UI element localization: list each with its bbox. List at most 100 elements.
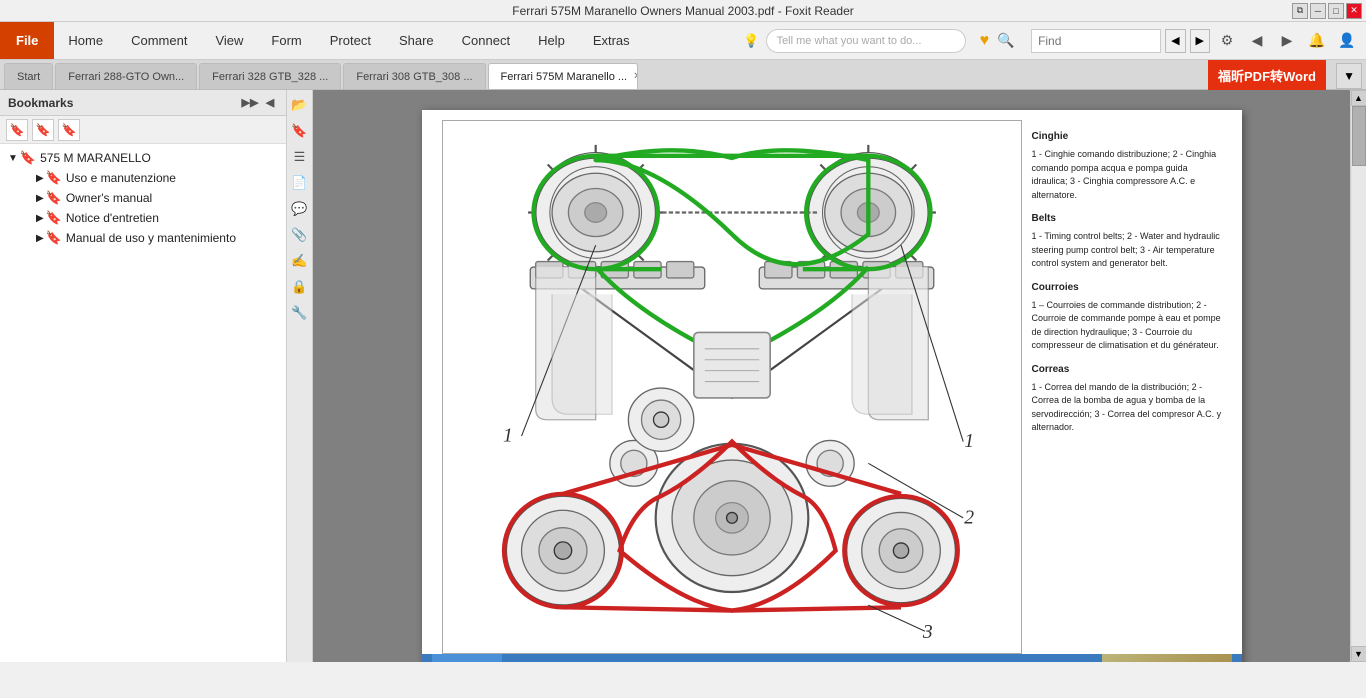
find-prev-btn[interactable]: ◀ xyxy=(1165,29,1185,53)
scroll-up-btn[interactable]: ▲ xyxy=(1351,90,1366,106)
tabs-dropdown[interactable]: ▼ xyxy=(1336,63,1362,89)
help-menu[interactable]: Help xyxy=(524,22,579,59)
sidebar-attach-icon[interactable]: 📎 xyxy=(289,224,311,246)
restore-btn[interactable]: ⧉ xyxy=(1292,3,1308,19)
tab-start-label: Start xyxy=(17,71,40,83)
settings-icon[interactable]: ⚙ xyxy=(1214,28,1240,54)
sidebar-bookmark-icon[interactable]: 🔖 xyxy=(289,120,311,142)
item-2-toggle: ▶ xyxy=(36,213,44,224)
window-title: Ferrari 575M Maranello Owners Manual 200… xyxy=(512,4,853,18)
tab-ferrari-308-label: Ferrari 308 GTB_308 ... xyxy=(356,71,472,83)
protect-menu[interactable]: Protect xyxy=(316,22,385,59)
extras-menu[interactable]: Extras xyxy=(579,22,644,59)
find-input[interactable] xyxy=(1031,29,1161,53)
bookmarks-controls: ▶▶ ◀ xyxy=(242,95,278,111)
engine-diagram: 1 1 2 3 xyxy=(442,120,1022,654)
bookmark-item-3[interactable]: ▶ 🔖 Manual de uso y mantenimiento xyxy=(4,228,282,248)
find-area: ◀ ▶ xyxy=(1031,29,1210,53)
tab-ferrari-575-label: Ferrari 575M Maranello ... xyxy=(501,71,628,83)
tab-ferrari-328-label: Ferrari 328 GTB_328 ... xyxy=(212,71,328,83)
left-sidebar: 📂 🔖 ☰ 📄 💬 📎 ✍ 🔒 🔧 xyxy=(287,90,313,662)
connect-menu[interactable]: Connect xyxy=(448,22,524,59)
home-menu[interactable]: Home xyxy=(54,22,117,59)
sidebar-tools-icon[interactable]: 🔧 xyxy=(289,302,311,324)
scroll-thumb[interactable] xyxy=(1352,106,1366,166)
tab-ferrari-308[interactable]: Ferrari 308 GTB_308 ... xyxy=(343,63,485,89)
item-0-icon: 🔖 xyxy=(46,170,62,186)
bookmark-item-0[interactable]: ▶ 🔖 Uso e manutenzione xyxy=(4,168,282,188)
correas-text: 1 - Correa del mando de la distribución;… xyxy=(1032,381,1222,435)
tell-me-input[interactable]: Tell me what you want to do... xyxy=(766,29,966,53)
pdf-page: 1 1 2 3 xyxy=(422,110,1242,662)
scroll-down-btn[interactable]: ▼ xyxy=(1351,646,1366,662)
tab-ferrari-288[interactable]: Ferrari 288-GTO Own... xyxy=(55,63,197,89)
bookmark-item-2[interactable]: ▶ 🔖 Notice d'entretien xyxy=(4,208,282,228)
tab-ferrari-288-label: Ferrari 288-GTO Own... xyxy=(68,71,184,83)
item-1-toggle: ▶ xyxy=(36,193,44,204)
sidebar-sign-icon[interactable]: ✍ xyxy=(289,250,311,272)
pdf-area[interactable]: 1 1 2 3 xyxy=(313,90,1350,662)
pdf-content: 1 1 2 3 xyxy=(422,110,1242,654)
search-toolbar-icon[interactable]: 🔍 xyxy=(993,28,1019,54)
tab-start[interactable]: Start xyxy=(4,63,53,89)
nav-prev-icon[interactable]: ◀ xyxy=(1244,28,1270,54)
sidebar-layers-icon[interactable]: ☰ xyxy=(289,146,311,168)
courroies-title: Courroies xyxy=(1032,281,1222,295)
scroll-track[interactable] xyxy=(1352,106,1366,646)
sidebar-comments-icon[interactable]: 💬 xyxy=(289,198,311,220)
sidebar-open-icon[interactable]: 📂 xyxy=(289,94,311,116)
pdf-convert-text: 福昕PDF转Word xyxy=(1218,66,1316,85)
comment-menu[interactable]: Comment xyxy=(117,22,201,59)
form-menu[interactable]: Form xyxy=(257,22,315,59)
bookmark-icon-1[interactable]: 🔖 xyxy=(6,119,28,141)
belts-text: 1 - Timing control belts; 2 - Water and … xyxy=(1032,230,1222,271)
file-menu[interactable]: File xyxy=(0,22,54,59)
root-toggle-icon: ▼ xyxy=(8,153,18,164)
bookmark-root-label: 575 M MARANELLO xyxy=(40,151,151,165)
watermark: DM▲AUTO xyxy=(1102,654,1232,662)
tab-ferrari-575[interactable]: Ferrari 575M Maranello ... ✕ xyxy=(488,63,638,89)
tab-close-icon[interactable]: ✕ xyxy=(633,71,637,82)
nav-next-icon[interactable]: ▶ xyxy=(1274,28,1300,54)
close-btn[interactable]: ✕ xyxy=(1346,3,1362,19)
svg-text:1: 1 xyxy=(502,426,512,447)
bookmark-collapse-icon[interactable]: ◀ xyxy=(262,95,278,111)
pdf-footer: 3.6 MOTORE ENGINE MOTEUR MOTOR DM▲AUTO xyxy=(422,654,1242,662)
bookmark-icon-2[interactable]: 🔖 xyxy=(32,119,54,141)
bookmark-root[interactable]: ▼ 🔖 575 M MARANELLO xyxy=(4,148,282,168)
item-3-toggle: ▶ xyxy=(36,233,44,244)
notification-icon[interactable]: 🔔 xyxy=(1304,28,1330,54)
tell-me-placeholder: Tell me what you want to do... xyxy=(777,35,922,47)
pdf-text-panel: Cinghie 1 - Cinghie comando distribuzion… xyxy=(1032,120,1222,654)
title-bar: Ferrari 575M Maranello Owners Manual 200… xyxy=(0,0,1366,22)
share-menu[interactable]: Share xyxy=(385,22,448,59)
pdf-convert-banner[interactable]: 福昕PDF转Word xyxy=(1208,60,1326,90)
tab-ferrari-328[interactable]: Ferrari 328 GTB_328 ... xyxy=(199,63,341,89)
bookmarks-title: Bookmarks xyxy=(8,96,73,110)
sidebar-lock-icon[interactable]: 🔒 xyxy=(289,276,311,298)
cinghie-text: 1 - Cinghie comando distribuzione; 2 - C… xyxy=(1032,148,1222,202)
bookmark-item-1-label: Owner's manual xyxy=(66,191,152,205)
svg-text:3: 3 xyxy=(921,622,932,643)
sidebar-page-icon[interactable]: 📄 xyxy=(289,172,311,194)
right-scrollbar[interactable]: ▲ ▼ xyxy=(1350,90,1366,662)
courroies-text: 1 – Courroies de commande distribution; … xyxy=(1032,299,1222,353)
view-menu[interactable]: View xyxy=(201,22,257,59)
main-layout: Bookmarks ▶▶ ◀ 🔖 🔖 🔖 ▼ 🔖 575 M MARANELLO… xyxy=(0,90,1366,662)
belts-title: Belts xyxy=(1032,212,1222,226)
item-0-toggle: ▶ xyxy=(36,173,44,184)
item-2-icon: 🔖 xyxy=(46,210,62,226)
user-icon[interactable]: 👤 xyxy=(1334,28,1360,54)
minimize-btn[interactable]: ─ xyxy=(1310,3,1326,19)
bookmark-item-0-label: Uso e manutenzione xyxy=(66,171,176,185)
find-next-btn[interactable]: ▶ xyxy=(1190,29,1210,53)
bookmarks-panel: Bookmarks ▶▶ ◀ 🔖 🔖 🔖 ▼ 🔖 575 M MARANELLO… xyxy=(0,90,287,662)
maximize-btn[interactable]: □ xyxy=(1328,3,1344,19)
bookmark-tree: ▼ 🔖 575 M MARANELLO ▶ 🔖 Uso e manutenzio… xyxy=(0,144,286,662)
bookmark-expand-icon[interactable]: ▶▶ xyxy=(242,95,258,111)
bookmark-item-3-label: Manual de uso y mantenimiento xyxy=(66,231,236,245)
page-number: 3.6 xyxy=(432,654,502,662)
bookmark-icon-3[interactable]: 🔖 xyxy=(58,119,80,141)
root-bookmark-icon: 🔖 xyxy=(20,150,36,166)
bookmark-item-1[interactable]: ▶ 🔖 Owner's manual xyxy=(4,188,282,208)
